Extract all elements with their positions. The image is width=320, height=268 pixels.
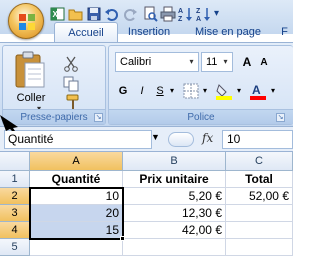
column-header-c[interactable]: C [226, 152, 293, 171]
svg-text:Z: Z [196, 8, 201, 15]
cell-a1[interactable]: Quantité [30, 171, 123, 188]
cell-a3[interactable]: 20 [30, 205, 123, 222]
font-color-dropdown-icon[interactable]: ▾ [268, 81, 278, 101]
borders-icon[interactable] [183, 83, 199, 99]
font-color-icon[interactable]: A [249, 82, 267, 100]
font-group-label: Police [109, 109, 293, 124]
font-name-dropdown-icon[interactable]: ▾ [186, 54, 197, 70]
office-button[interactable] [8, 3, 44, 39]
select-all-corner[interactable] [0, 152, 30, 171]
cell-b1[interactable]: Prix unitaire [123, 171, 226, 188]
cell-c3[interactable] [226, 205, 293, 222]
row-header-1[interactable]: 1 [0, 171, 30, 188]
clipboard-icon [15, 51, 45, 88]
font-group: Calibri ▾ 11 ▾ A A G I S ▾ ▾ ▾ A ▾ Polic… [108, 45, 293, 125]
office-logo-icon [19, 14, 35, 30]
worksheet-grid: A B C 1 2 3 4 5 Quantité Prix unitaire T… [0, 152, 293, 268]
cell-a4[interactable]: 15 [30, 222, 123, 239]
formula-input[interactable]: 10 [222, 130, 293, 149]
italic-button[interactable]: I [135, 81, 149, 101]
cell-c4[interactable] [226, 222, 293, 239]
fill-color-dropdown-icon[interactable]: ▾ [234, 81, 244, 101]
grow-font-button[interactable]: A [239, 52, 255, 72]
clipboard-launcher-icon[interactable]: ↘ [94, 113, 103, 122]
formula-bar-handle[interactable] [168, 132, 194, 147]
cell-c5[interactable] [226, 239, 293, 256]
cell-c1[interactable]: Total [226, 171, 293, 188]
font-launcher-icon[interactable]: ↘ [276, 113, 285, 122]
underline-button[interactable]: S [153, 81, 167, 101]
font-size-value: 11 [206, 56, 218, 68]
fill-color-icon[interactable] [215, 82, 233, 100]
name-box-dropdown-icon[interactable]: ▼ [151, 132, 160, 142]
ribbon: Coller ▾ Presse-papiers ↘ Calibri ▾ 11 ▾… [0, 42, 293, 126]
cell-b3[interactable]: 12,30 € [123, 205, 226, 222]
cell-a5[interactable] [30, 239, 123, 256]
insert-function-icon[interactable]: fx [202, 131, 213, 145]
cell-c2[interactable]: 52,00 € [226, 188, 293, 205]
tab-accueil[interactable]: Accueil [54, 22, 118, 42]
font-name-select[interactable]: Calibri ▾ [115, 52, 199, 72]
row-header-3[interactable]: 3 [0, 205, 30, 222]
name-box[interactable]: Quantité [4, 130, 152, 149]
mouse-pointer-icon [0, 115, 18, 131]
tab-formules[interactable]: F [276, 22, 293, 42]
svg-text:X: X [53, 10, 59, 19]
format-painter-icon[interactable] [65, 94, 81, 110]
row-header-2[interactable]: 2 [0, 188, 30, 205]
cut-icon[interactable] [63, 56, 79, 72]
tab-insertion[interactable]: Insertion [121, 22, 177, 42]
paste-button[interactable] [13, 50, 47, 90]
column-header-a[interactable]: A [30, 152, 123, 171]
font-size-select[interactable]: 11 ▾ [201, 52, 233, 72]
column-header-b[interactable]: B [123, 152, 226, 171]
formula-bar: Quantité ▼ fx 10 [0, 126, 293, 152]
bold-button[interactable]: G [115, 81, 131, 101]
cell-a2[interactable]: 10 [30, 188, 123, 205]
svg-text:A: A [178, 8, 183, 15]
ribbon-tabs: Accueil Insertion Mise en page F [0, 22, 293, 42]
cell-b5[interactable] [123, 239, 226, 256]
tab-mise-en-page[interactable]: Mise en page [187, 22, 269, 42]
borders-dropdown-icon[interactable]: ▾ [200, 81, 210, 101]
font-name-value: Calibri [120, 56, 152, 68]
paste-label[interactable]: Coller [9, 92, 53, 104]
svg-text:A: A [252, 83, 261, 97]
cell-b4[interactable]: 42,00 € [123, 222, 226, 239]
copy-icon[interactable] [63, 76, 79, 92]
cell-b2[interactable]: 5,20 € [123, 188, 226, 205]
font-size-dropdown-icon[interactable]: ▾ [220, 54, 231, 70]
underline-dropdown-icon[interactable]: ▾ [167, 81, 177, 101]
shrink-font-button[interactable]: A [257, 53, 271, 73]
fill-handle[interactable] [120, 236, 125, 241]
row-header-5[interactable]: 5 [0, 239, 30, 256]
row-header-4[interactable]: 4 [0, 222, 30, 239]
